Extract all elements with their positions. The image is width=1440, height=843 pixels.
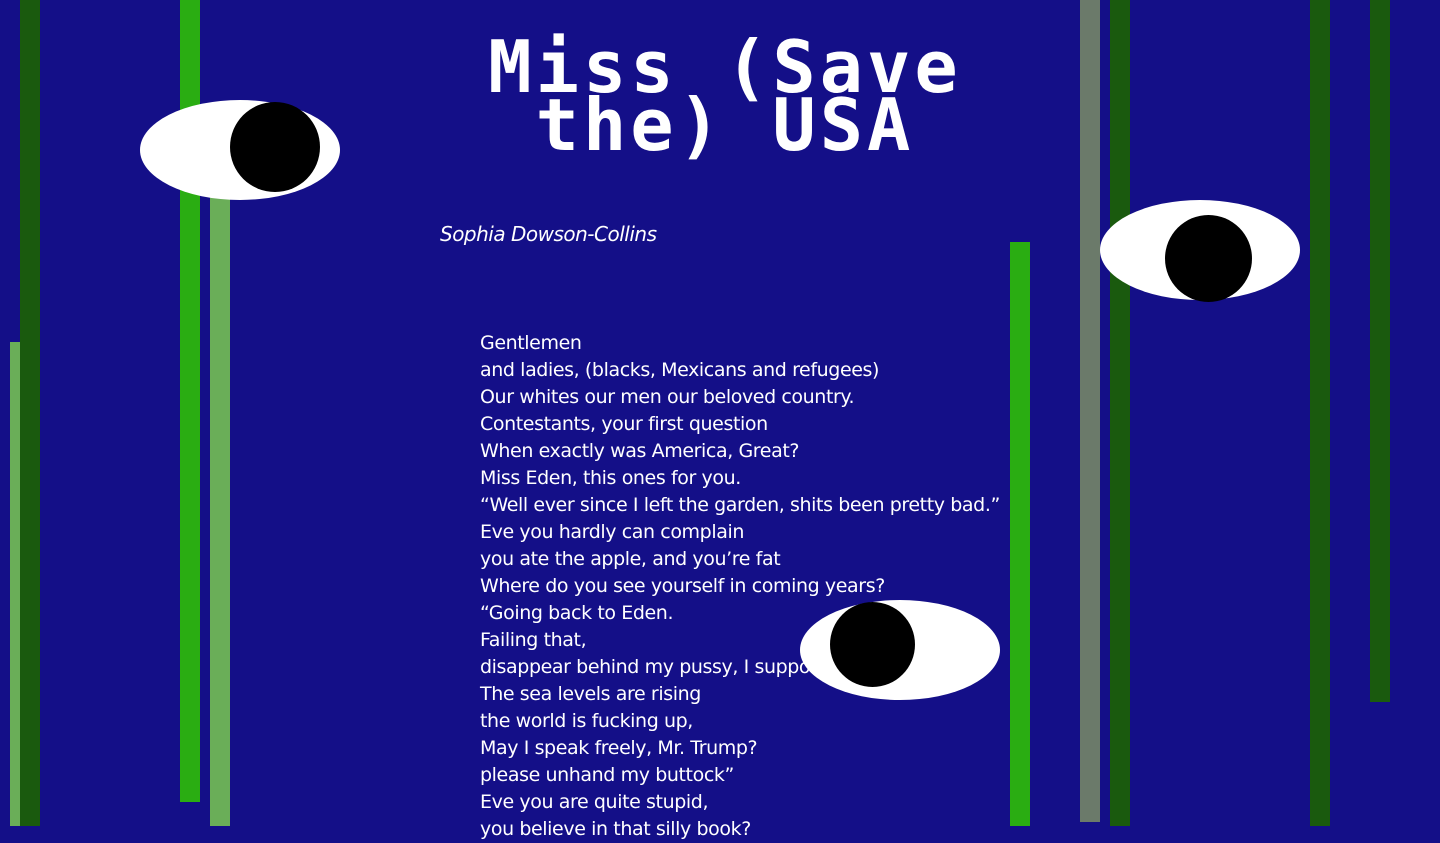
eye-pupil (230, 102, 320, 192)
page-title: Miss (Save the) USA (488, 25, 962, 167)
decorative-bar (10, 342, 20, 826)
poem-line: Contestants, your first question (480, 413, 768, 435)
eye-top-left (140, 100, 340, 200)
poem-line: please unhand my buttock” (480, 764, 734, 786)
decorative-bar (1370, 0, 1390, 702)
eye-right (1100, 200, 1300, 302)
poem-line: you ate the apple, and you’re fat (480, 548, 781, 570)
eye-pupil (830, 602, 915, 687)
poem-line: Our whites our men our beloved country. (480, 386, 855, 408)
poem-line: the world is fucking up, (480, 710, 693, 732)
eye-pupil (1165, 215, 1252, 302)
decorative-bar (1310, 0, 1330, 826)
poem-line: Gentlemen (480, 332, 582, 354)
poem-line: and ladies, (blacks, Mexicans and refuge… (480, 359, 880, 381)
decorative-bar (1110, 0, 1130, 826)
poem-line: Where do you see yourself in coming year… (480, 575, 885, 597)
author-name: Sophia Dowson-Collins (440, 222, 657, 246)
poem-line: Eve you hardly can complain (480, 521, 744, 543)
poem-line: “Well ever since I left the garden, shit… (480, 494, 1000, 516)
poem-line: you believe in that silly book? (480, 818, 751, 840)
poem-line: Eve you are quite stupid, (480, 791, 709, 813)
decorative-bar (1010, 242, 1030, 826)
decorative-bar (1080, 0, 1100, 822)
decorative-bar (20, 0, 40, 826)
poem-line: Miss Eden, this ones for you. (480, 467, 741, 489)
poem-body: Gentlemen and ladies, (blacks, Mexicans … (480, 330, 1000, 843)
eye-center (800, 600, 1000, 700)
poem-line: May I speak freely, Mr. Trump? (480, 737, 758, 759)
decorative-bar (210, 195, 230, 826)
poem-line: When exactly was America, Great? (480, 440, 800, 462)
